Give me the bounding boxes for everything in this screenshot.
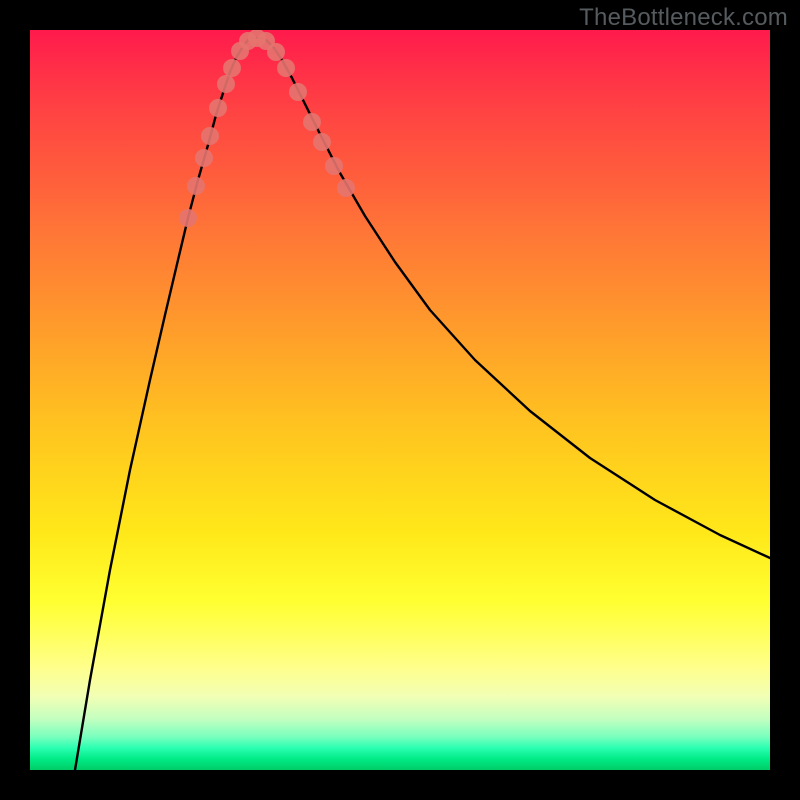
watermark-text: TheBottleneck.com — [579, 4, 788, 32]
data-markers — [179, 30, 355, 227]
marker-dot — [187, 177, 205, 195]
marker-dot — [217, 75, 235, 93]
plot-area — [30, 30, 770, 770]
series-left-branch — [75, 40, 248, 770]
marker-dot — [209, 99, 227, 117]
curve-layer — [30, 30, 770, 770]
outer-frame: TheBottleneck.com — [0, 0, 800, 800]
marker-dot — [277, 59, 295, 77]
marker-dot — [179, 209, 197, 227]
marker-dot — [223, 59, 241, 77]
marker-dot — [337, 179, 355, 197]
marker-dot — [267, 43, 285, 61]
marker-dot — [195, 149, 213, 167]
bottleneck-curve — [75, 38, 770, 770]
marker-dot — [313, 133, 331, 151]
marker-dot — [289, 83, 307, 101]
marker-dot — [325, 157, 343, 175]
marker-dot — [303, 113, 321, 131]
series-right-branch — [266, 40, 770, 558]
marker-dot — [201, 127, 219, 145]
